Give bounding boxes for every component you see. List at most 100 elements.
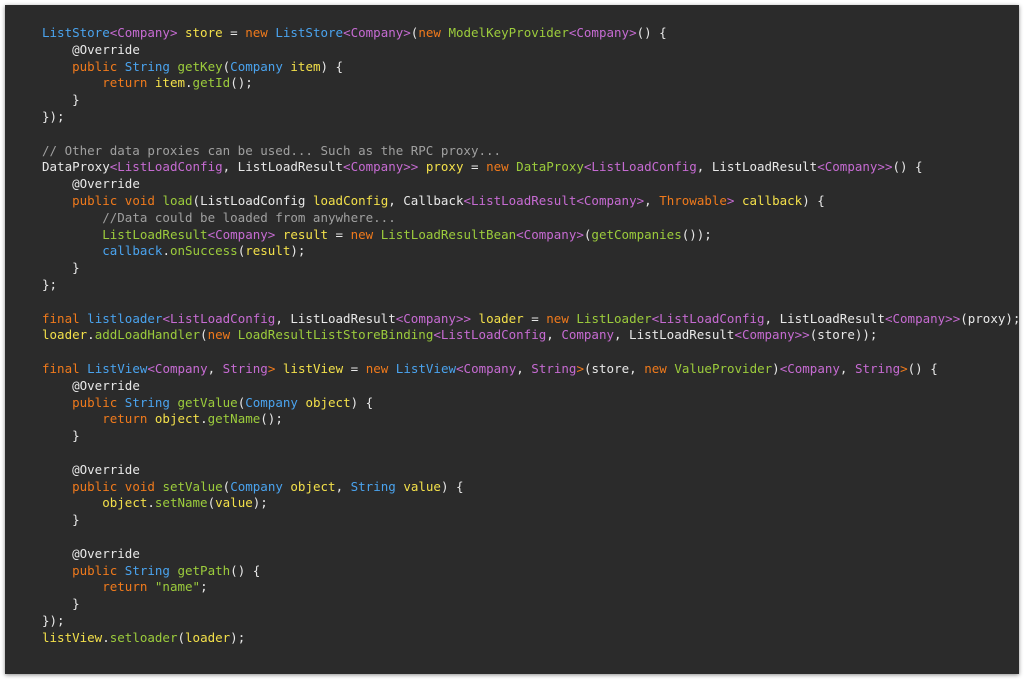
- code-token: <Company: [147, 360, 208, 376]
- code-token: , ListLoadResult: [614, 327, 735, 343]
- code-token: result: [282, 226, 328, 242]
- code-token: DataProxy: [42, 159, 110, 175]
- code-token: Company: [230, 478, 283, 494]
- code-token: ) {: [320, 58, 344, 74]
- code-token: listView: [42, 629, 103, 645]
- code-line: return object.getName();: [42, 411, 1019, 428]
- code-token: result: [245, 243, 291, 259]
- code-token: callback: [102, 243, 163, 259]
- code-token: @Override: [72, 176, 140, 192]
- code-token: store: [185, 25, 223, 40]
- code-token: <Company>>: [395, 310, 472, 326]
- code-token: <Company>: [568, 25, 637, 40]
- code-token: new: [486, 159, 509, 175]
- code-token: getName: [207, 411, 261, 427]
- code-token: @Override: [72, 461, 140, 477]
- code-token: <ListLoadConfig: [162, 310, 276, 326]
- code-token: @Override: [72, 545, 140, 561]
- code-line: loader.addLoadHandler(new LoadResultList…: [42, 327, 1019, 344]
- code-token: <Company>: [343, 25, 411, 40]
- code-line: public void load(ListLoadConfig loadConf…: [42, 193, 1019, 210]
- code-line: @Override: [42, 462, 1019, 479]
- code-token: ) {: [350, 394, 374, 410]
- code-token: value: [403, 478, 441, 494]
- code-token: @Override: [72, 41, 140, 57]
- code-token: }: [42, 92, 80, 108]
- code-token: onSuccess: [169, 243, 238, 259]
- code-line: return item.getId();: [42, 75, 1019, 92]
- code-token: (store));: [809, 327, 878, 343]
- code-token: loader: [478, 310, 524, 326]
- code-line: }: [42, 92, 1019, 109]
- code-token: String: [124, 58, 170, 74]
- code-line: return "name";: [42, 579, 1019, 596]
- code-token: public: [72, 394, 118, 410]
- code-line: ListStore<Company> store = new ListStore…: [42, 25, 1019, 42]
- code-line: ListLoadResult<Company> result = new Lis…: [42, 227, 1019, 244]
- code-token: new: [350, 226, 374, 242]
- code-token: });: [42, 108, 65, 124]
- code-token: }: [42, 596, 80, 612]
- code-token: String: [124, 394, 170, 410]
- code-token: new: [546, 310, 569, 326]
- code-token: () {: [636, 25, 667, 40]
- code-token: object: [305, 394, 351, 410]
- code-token: <Company: [779, 360, 840, 376]
- code-token: .: [200, 411, 208, 427]
- code-line: }: [42, 428, 1019, 445]
- code-line: //Data could be loaded from anywhere...: [42, 210, 1019, 227]
- code-token: <Company>>: [884, 310, 961, 326]
- code-token: new: [644, 360, 667, 376]
- code-token: () {: [892, 159, 923, 175]
- code-token: <Company>: [207, 226, 276, 242]
- code-token: //Data could be loaded from anywhere...: [102, 209, 396, 225]
- code-token: getPath: [177, 562, 231, 578]
- code-line: public String getPath() {: [42, 563, 1019, 580]
- code-line: listView.setloader(loader);: [42, 630, 1019, 647]
- code-line: });: [42, 613, 1019, 630]
- code-token: String: [222, 360, 268, 376]
- code-token: , ListLoadResult: [696, 159, 818, 175]
- code-token: String: [854, 360, 901, 376]
- code-screenshot-frame: ListStore<Company> store = new ListStore…: [5, 5, 1021, 674]
- code-token: item: [154, 75, 186, 91]
- code-token: (: [177, 629, 186, 645]
- code-token: String: [350, 478, 396, 494]
- code-line: @Override: [42, 42, 1019, 59]
- code-token: getId: [192, 75, 231, 91]
- code-token: ,: [207, 360, 223, 376]
- code-token: new: [245, 25, 268, 40]
- code-token: () {: [907, 360, 938, 376]
- code-token: public void: [72, 478, 155, 494]
- code-token: setName: [154, 495, 208, 511]
- code-token: <Company: [456, 360, 517, 376]
- code-token: <ListLoadConfig: [433, 327, 547, 343]
- code-token: getKey: [177, 58, 223, 74]
- code-line: }: [42, 260, 1019, 277]
- code-token: (proxy);: [960, 310, 1021, 326]
- code-token: LoadResultListStoreBinding: [237, 327, 434, 343]
- code-token: .: [147, 495, 155, 511]
- code-token: <ListLoadResult<Company>: [463, 192, 645, 208]
- code-token: ListLoadResult: [102, 226, 208, 242]
- code-token: "name": [154, 579, 201, 595]
- code-token: ;: [200, 579, 208, 595]
- code-token: new: [365, 360, 389, 376]
- code-token: public: [72, 562, 118, 578]
- code-token: ());: [681, 226, 712, 242]
- code-token: loader: [185, 629, 231, 645]
